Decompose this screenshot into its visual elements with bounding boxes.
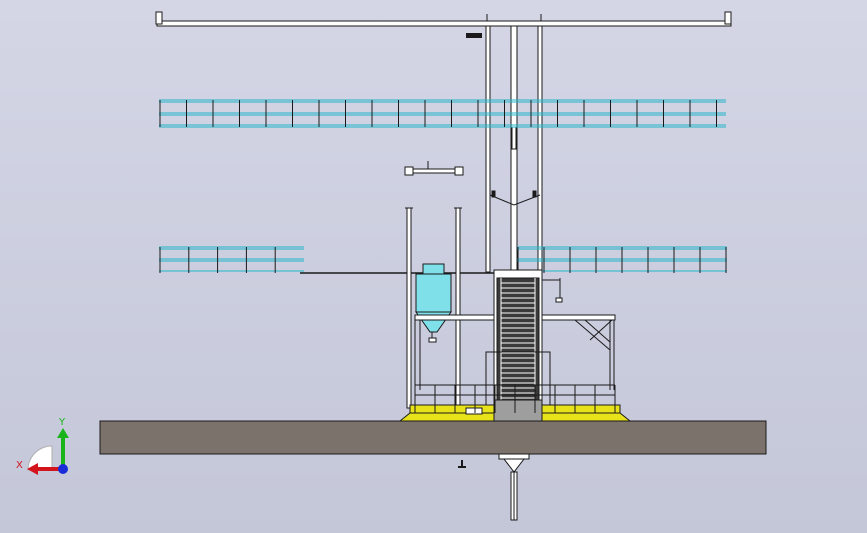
y-axis-label: Y: [58, 417, 66, 428]
hoist-tower: [485, 269, 551, 419]
hopper-silo: [415, 263, 452, 343]
hanging-bracket: [404, 161, 464, 176]
left-guardrail-posts: [159, 247, 276, 273]
right-guardrail-posts: [517, 247, 727, 273]
mast: [485, 25, 543, 273]
y-axis-arrowhead: [57, 428, 69, 438]
underground-pile: [498, 453, 530, 521]
left-guardrail: [159, 246, 304, 272]
top-crossbeam: [155, 11, 732, 27]
ground-slab: [99, 420, 767, 455]
axis-triad: Y X: [16, 417, 69, 475]
cad-viewport[interactable]: Y X: [0, 0, 867, 533]
marker-post: [458, 460, 466, 468]
upper-guardrail: [159, 99, 726, 128]
mast-nameplate: [466, 33, 482, 38]
z-axis-origin: [58, 464, 68, 474]
x-axis-label: X: [16, 460, 23, 471]
front-view-drawing: Y X: [16, 11, 767, 521]
